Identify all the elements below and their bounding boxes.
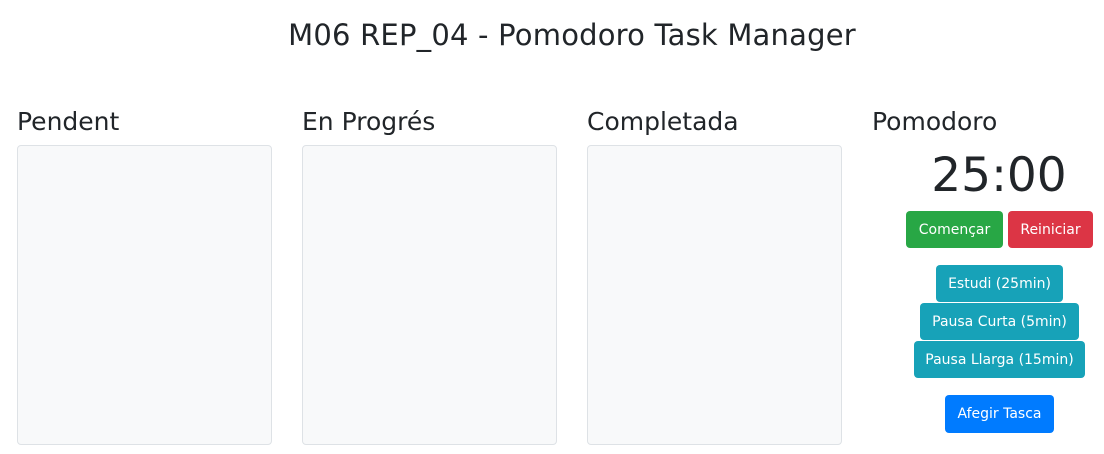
timer-display: 25:00 [931, 148, 1067, 203]
long-break-button[interactable]: Pausa Llarga (15min) [914, 341, 1085, 378]
pomodoro-title: Pomodoro [872, 107, 998, 136]
column-title-completed: Completada [587, 107, 739, 136]
task-list-in-progress[interactable] [302, 145, 557, 445]
task-list-pending[interactable] [17, 145, 272, 445]
add-task-button[interactable]: Afegir Tasca [945, 395, 1054, 433]
column-in-progress: En Progrés [302, 106, 557, 445]
pomodoro-panel: Pomodoro [872, 106, 1104, 138]
column-title-pending: Pendent [17, 107, 120, 136]
column-completed: Completada [587, 106, 842, 445]
page-title: M06 REP_04 - Pomodoro Task Manager [288, 18, 856, 52]
start-button[interactable]: Començar [906, 211, 1003, 248]
reset-button[interactable]: Reiniciar [1008, 211, 1093, 248]
column-pending: Pendent [17, 106, 272, 445]
task-list-completed[interactable] [587, 145, 842, 445]
column-title-in-progress: En Progrés [302, 107, 436, 136]
study-mode-button[interactable]: Estudi (25min) [936, 265, 1063, 302]
short-break-button[interactable]: Pausa Curta (5min) [920, 303, 1079, 340]
